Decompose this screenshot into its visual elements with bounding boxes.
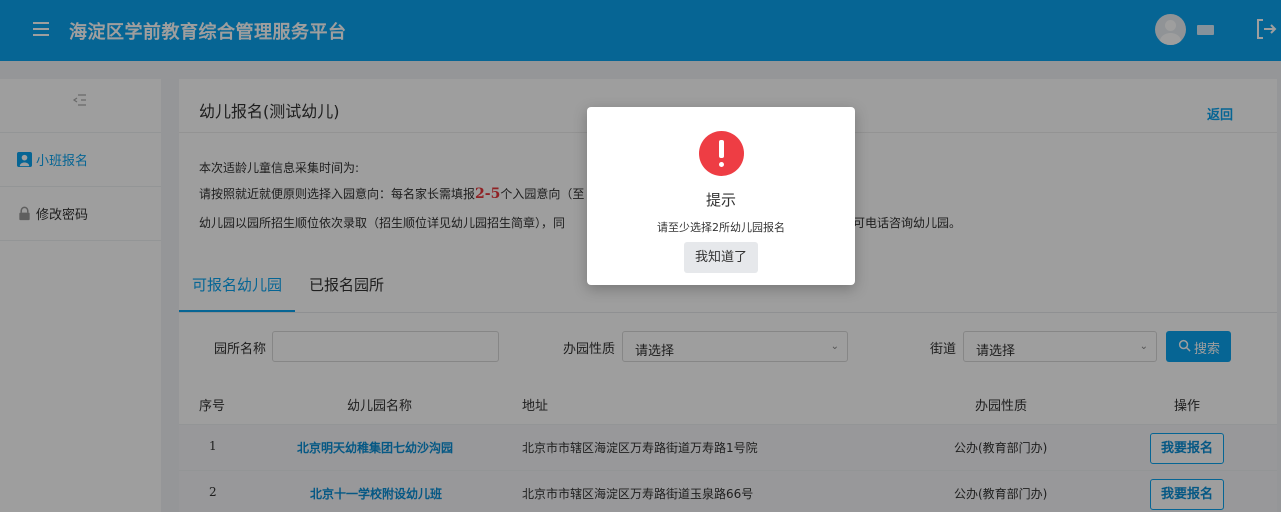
alert-dialog: 提示 请至少选择2所幼儿园报名 我知道了 xyxy=(587,107,855,285)
warning-icon xyxy=(699,131,744,176)
acknowledge-button[interactable]: 我知道了 xyxy=(684,242,758,273)
dialog-message: 请至少选择2所幼儿园报名 xyxy=(657,221,785,234)
dialog-title: 提示 xyxy=(705,191,736,209)
